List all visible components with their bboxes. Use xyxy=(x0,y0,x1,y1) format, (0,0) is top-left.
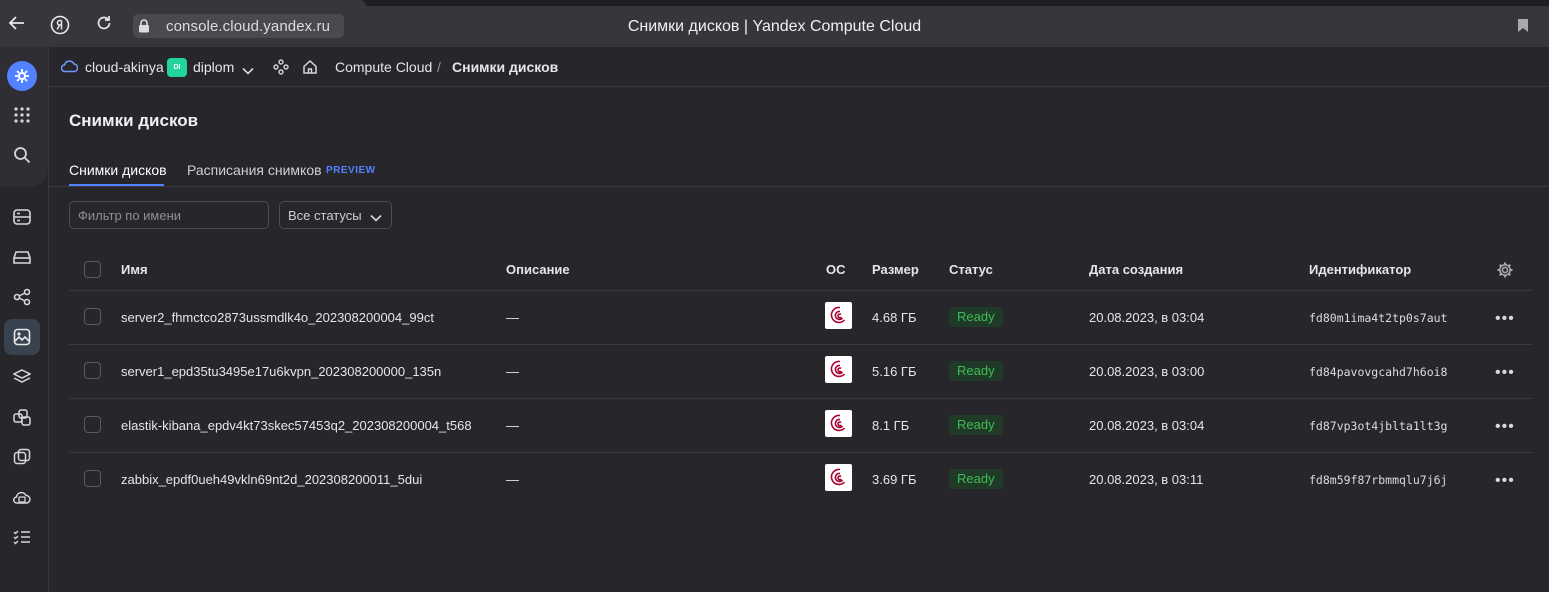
table-header-divider xyxy=(69,290,1533,291)
column-header-name[interactable]: Имя xyxy=(121,262,148,277)
row-checkbox[interactable] xyxy=(84,470,101,487)
debian-icon xyxy=(825,464,852,491)
status-badge: Ready xyxy=(949,307,1003,327)
status-badge: Ready xyxy=(949,361,1003,381)
debian-icon xyxy=(825,356,852,383)
browser-tab-strip xyxy=(0,0,1549,6)
breadcrumb-current: Снимки дисков xyxy=(452,59,559,75)
column-header-description[interactable]: Описание xyxy=(506,262,570,277)
file-storage-icon[interactable] xyxy=(4,479,40,515)
status-badge: Ready xyxy=(949,415,1003,435)
snapshot-created: 20.08.2023, в 03:04 xyxy=(1089,418,1205,433)
debian-icon xyxy=(825,410,852,437)
bookmark-icon[interactable] xyxy=(1517,18,1529,33)
folder-name[interactable]: diplom xyxy=(193,59,234,75)
column-header-status[interactable]: Статус xyxy=(949,262,993,277)
row-divider xyxy=(69,398,1533,399)
snapshot-name[interactable]: server1_epd35tu3495e17u6kvpn_20230820000… xyxy=(121,364,441,379)
cloud-name[interactable]: cloud-akinya xyxy=(85,59,164,75)
chevron-down-icon xyxy=(370,210,382,225)
row-checkbox[interactable] xyxy=(84,362,101,379)
snapshot-description: — xyxy=(506,310,519,325)
tabs-divider xyxy=(49,186,1549,187)
row-divider xyxy=(69,344,1533,345)
snapshot-id[interactable]: fd87vp3ot4jblta1lt3g xyxy=(1309,419,1447,433)
debian-icon xyxy=(825,302,852,329)
status-filter-value: Все статусы xyxy=(288,207,362,223)
service-structure-icon[interactable] xyxy=(273,59,289,80)
select-all-checkbox[interactable] xyxy=(84,261,101,278)
tab-disk-snapshots[interactable]: Снимки дисков xyxy=(69,162,167,178)
images-icon[interactable] xyxy=(4,359,40,395)
browser-window-title: Снимки дисков | Yandex Compute Cloud xyxy=(627,18,922,35)
row-actions-menu-icon[interactable]: ••• xyxy=(1495,473,1515,489)
name-filter-input[interactable] xyxy=(69,201,269,229)
row-checkbox[interactable] xyxy=(84,416,101,433)
status-badge: Ready xyxy=(949,469,1003,489)
snapshot-size: 4.68 ГБ xyxy=(872,310,917,325)
disk-icon[interactable] xyxy=(4,239,40,275)
instance-groups-icon[interactable] xyxy=(4,399,40,435)
tab-snapshot-schedules[interactable]: Расписания снимков xyxy=(187,162,322,178)
snapshot-id[interactable]: fd8m59f87rbmmqlu7j6j xyxy=(1309,473,1447,487)
snapshot-created: 20.08.2023, в 03:04 xyxy=(1089,310,1205,325)
snapshot-description: — xyxy=(506,418,519,433)
snapshot-name[interactable]: server2_fhmctco2873ussmdlk4o_20230820000… xyxy=(121,310,434,325)
column-header-size[interactable]: Размер xyxy=(872,262,919,277)
vm-icon[interactable] xyxy=(4,199,40,235)
breadcrumb-service[interactable]: Compute Cloud xyxy=(335,59,432,75)
breadcrumb-separator: / xyxy=(437,59,441,75)
snapshot-size: 3.69 ГБ xyxy=(872,472,917,487)
snapshot-description: — xyxy=(506,364,519,379)
apps-grid-icon[interactable] xyxy=(4,97,40,133)
snapshots-icon[interactable] xyxy=(4,319,40,355)
cloud-icon xyxy=(60,59,79,78)
chevron-down-icon[interactable] xyxy=(242,62,254,80)
snapshot-name[interactable]: zabbix_epdf0ueh49vkln69nt2d_202308200011… xyxy=(121,472,422,487)
row-actions-menu-icon[interactable]: ••• xyxy=(1495,365,1515,381)
operations-icon[interactable] xyxy=(4,519,40,555)
snapshot-size: 8.1 ГБ xyxy=(872,418,910,433)
browser-toolbar: console.cloud.yandex.ru Снимки дисков | … xyxy=(0,0,1549,47)
gear-icon[interactable] xyxy=(1496,261,1514,284)
snapshot-id[interactable]: fd84pavovgcahd7h6oi8 xyxy=(1309,365,1447,379)
snapshot-id[interactable]: fd80m1ima4t2tp0s7aut xyxy=(1309,311,1447,325)
snapshot-description: — xyxy=(506,472,519,487)
snapshot-created: 20.08.2023, в 03:00 xyxy=(1089,364,1205,379)
column-header-id[interactable]: Идентификатор xyxy=(1309,262,1411,277)
row-checkbox[interactable] xyxy=(84,308,101,325)
gpu-clusters-icon[interactable] xyxy=(4,439,40,475)
column-header-created[interactable]: Дата создания xyxy=(1089,262,1183,277)
snapshot-name[interactable]: elastik-kibana_epdv4kt73skec57453q2_2023… xyxy=(121,418,472,433)
row-actions-menu-icon[interactable]: ••• xyxy=(1495,311,1515,327)
preview-badge: PREVIEW xyxy=(326,165,376,176)
folder-badge: DI xyxy=(167,58,187,77)
placement-groups-icon[interactable] xyxy=(4,279,40,315)
breadcrumb: cloud-akinya DI diplom Compute Cloud / С… xyxy=(49,47,1549,87)
snapshot-size: 5.16 ГБ xyxy=(872,364,917,379)
row-actions-menu-icon[interactable]: ••• xyxy=(1495,419,1515,435)
active-tab-indicator xyxy=(69,184,164,186)
status-filter-select[interactable]: Все статусы xyxy=(279,201,392,229)
page-title: Снимки дисков xyxy=(69,111,199,130)
sidebar xyxy=(0,47,49,592)
home-icon[interactable] xyxy=(302,59,318,80)
search-icon[interactable] xyxy=(4,137,40,173)
row-divider xyxy=(69,452,1533,453)
column-header-os[interactable]: ОС xyxy=(826,262,846,277)
yandex-cloud-logo-icon[interactable] xyxy=(4,58,40,94)
snapshot-created: 20.08.2023, в 03:11 xyxy=(1089,472,1204,487)
